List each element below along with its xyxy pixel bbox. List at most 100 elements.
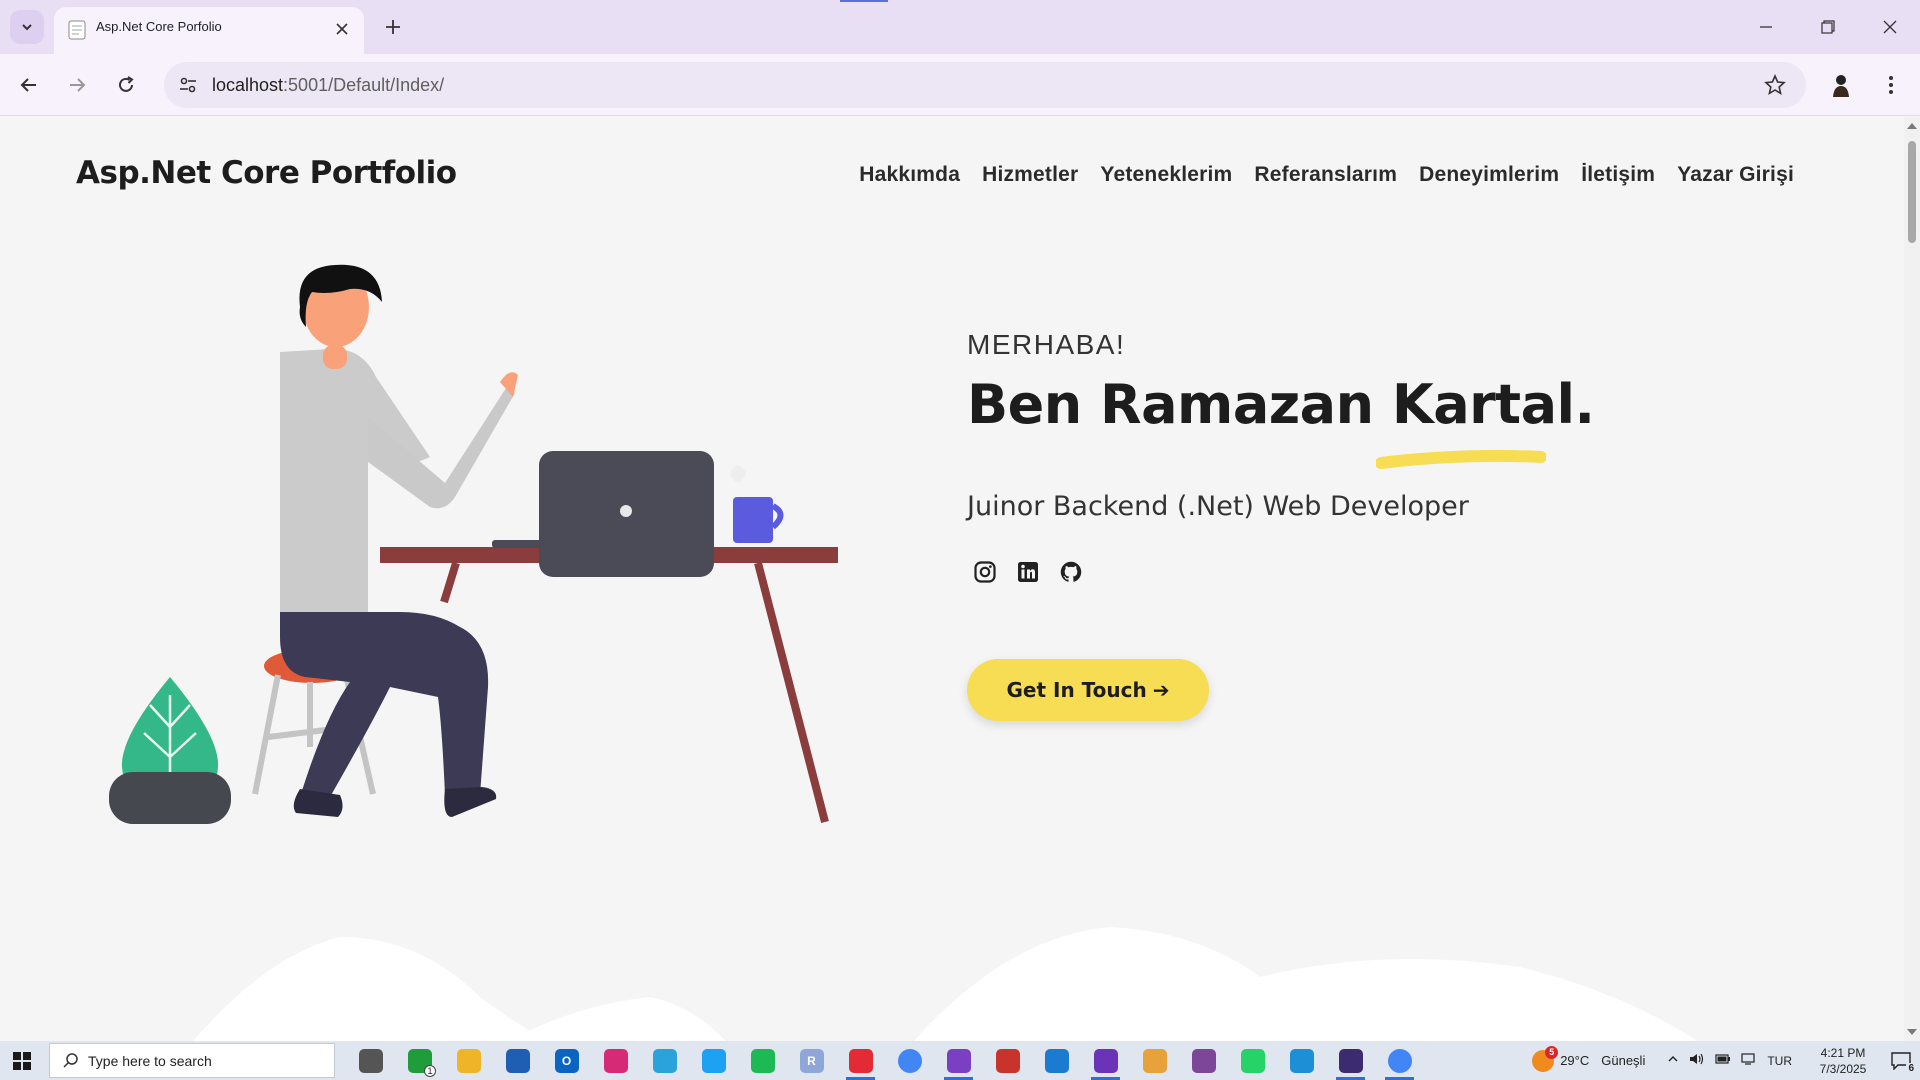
address-bar[interactable]: localhost:5001/Default/Index/ bbox=[164, 62, 1806, 108]
hero-headline: Ben Ramazan Kartal. bbox=[967, 373, 1595, 436]
taskbar-app-chrome-profile[interactable] bbox=[1375, 1041, 1424, 1080]
nav-link-iletisim[interactable]: İletişim bbox=[1581, 163, 1655, 187]
taskbar-pinned-apps: 1 O R bbox=[346, 1041, 1424, 1080]
page-scrollbar[interactable] bbox=[1904, 117, 1920, 1041]
social-links bbox=[972, 559, 1084, 585]
scroll-down-icon[interactable] bbox=[1907, 1029, 1917, 1035]
chrome-icon bbox=[897, 1048, 922, 1073]
vscode-icon bbox=[1044, 1048, 1069, 1073]
visual-studio-2-icon bbox=[1093, 1048, 1118, 1073]
chrome-profile-icon bbox=[1387, 1048, 1412, 1073]
battery-icon[interactable] bbox=[1715, 1053, 1731, 1068]
reload-icon bbox=[119, 76, 134, 92]
bookmark-star-icon[interactable] bbox=[1762, 72, 1788, 98]
spotify-icon bbox=[750, 1048, 775, 1073]
forward-button[interactable] bbox=[60, 68, 94, 102]
browser-tab-active[interactable]: Asp.Net Core Porfolio bbox=[54, 7, 364, 54]
nav-link-referanslarim[interactable]: Referanslarım bbox=[1254, 163, 1397, 187]
network-icon[interactable] bbox=[1741, 1053, 1757, 1068]
opera-icon bbox=[848, 1048, 873, 1073]
input-language[interactable]: TUR bbox=[1767, 1054, 1792, 1068]
tor-icon bbox=[1191, 1048, 1216, 1073]
taskbar-app-task-view[interactable] bbox=[346, 1041, 395, 1080]
taskbar-app-instagram-app[interactable] bbox=[591, 1041, 640, 1080]
restore-button[interactable] bbox=[1798, 0, 1858, 54]
notification-center-button[interactable]: 6 bbox=[1882, 1041, 1920, 1080]
arrow-right-icon bbox=[70, 78, 86, 92]
taskbar-app-whatsapp[interactable] bbox=[1228, 1041, 1277, 1080]
taskbar-search-box[interactable]: Type here to search bbox=[49, 1043, 335, 1078]
plus-icon bbox=[386, 20, 400, 34]
search-placeholder: Type here to search bbox=[88, 1053, 212, 1069]
taskbar-app-spotify[interactable] bbox=[738, 1041, 787, 1080]
hero-subtitle: Juinor Backend (.Net) Web Developer bbox=[967, 491, 1469, 522]
nav-link-hizmetler[interactable]: Hizmetler bbox=[982, 163, 1078, 187]
plant-illustration bbox=[109, 677, 231, 824]
visual-studio-icon bbox=[946, 1048, 971, 1073]
windows-logo-icon bbox=[13, 1051, 31, 1070]
taskbar-app-twitter[interactable] bbox=[689, 1041, 738, 1080]
close-tab-icon[interactable] bbox=[330, 17, 354, 41]
taskbar-app-vscode[interactable] bbox=[1032, 1041, 1081, 1080]
instagram-icon[interactable] bbox=[972, 559, 998, 585]
taskbar-app-paint[interactable] bbox=[1130, 1041, 1179, 1080]
taskbar-app-file-explorer[interactable] bbox=[444, 1041, 493, 1080]
arrow-left-icon bbox=[20, 78, 36, 92]
page-favicon-icon bbox=[68, 20, 86, 40]
search-icon bbox=[63, 1053, 78, 1068]
taskbar-app-r-app[interactable]: R bbox=[787, 1041, 836, 1080]
back-button[interactable] bbox=[12, 68, 46, 102]
system-tray: 5 29°C Güneşli TUR 4:21 PM 7/3/2025 6 bbox=[1532, 1041, 1920, 1080]
taskbar-app-visual-studio-2[interactable] bbox=[1081, 1041, 1130, 1080]
taskbar-app-xbox[interactable]: 1 bbox=[395, 1041, 444, 1080]
reload-button[interactable] bbox=[109, 68, 143, 102]
site-brand[interactable]: Asp.Net Core Portfolio bbox=[76, 155, 457, 191]
whatsapp-icon bbox=[1240, 1048, 1265, 1073]
taskbar-app-prime-video[interactable] bbox=[1277, 1041, 1326, 1080]
minimize-icon bbox=[1760, 26, 1772, 28]
app-red-icon bbox=[995, 1048, 1020, 1073]
github-icon[interactable] bbox=[1058, 559, 1084, 585]
terminal-icon bbox=[1338, 1048, 1363, 1073]
restore-icon bbox=[1821, 20, 1835, 34]
start-button[interactable] bbox=[0, 1041, 44, 1080]
close-window-button[interactable] bbox=[1860, 0, 1920, 54]
taskbar-app-chrome[interactable] bbox=[885, 1041, 934, 1080]
taskbar-app-telegram[interactable] bbox=[640, 1041, 689, 1080]
taskbar-app-tor[interactable] bbox=[1179, 1041, 1228, 1080]
profile-avatar-icon[interactable] bbox=[1826, 70, 1856, 100]
tab-search-button[interactable] bbox=[10, 10, 44, 44]
speaker-icon[interactable] bbox=[1689, 1052, 1705, 1069]
taskbar-app-terminal[interactable] bbox=[1326, 1041, 1375, 1080]
scrollbar-thumb[interactable] bbox=[1908, 141, 1916, 243]
get-in-touch-button[interactable]: Get In Touch ➔ bbox=[967, 659, 1209, 721]
tab-strip-accent bbox=[840, 0, 888, 2]
taskbar-app-app-red[interactable] bbox=[983, 1041, 1032, 1080]
scroll-up-icon[interactable] bbox=[1907, 123, 1917, 129]
tray-icons: TUR bbox=[1667, 1052, 1792, 1069]
more-vertical-icon bbox=[1889, 76, 1893, 94]
taskbar-clock[interactable]: 4:21 PM 7/3/2025 bbox=[1804, 1045, 1882, 1077]
taskbar-app-outlook[interactable]: O bbox=[542, 1041, 591, 1080]
decorative-wave-shapes bbox=[193, 927, 1698, 1041]
weather-temperature: 29°C bbox=[1560, 1053, 1590, 1068]
nav-link-yazar-girisi[interactable]: Yazar Girişi bbox=[1677, 163, 1794, 187]
linkedin-icon[interactable] bbox=[1015, 559, 1041, 585]
nav-link-hakkimda[interactable]: Hakkımda bbox=[859, 163, 960, 187]
new-tab-button[interactable] bbox=[378, 12, 408, 42]
hero-illustration bbox=[109, 264, 838, 824]
site-info-icon[interactable] bbox=[174, 71, 202, 99]
weather-condition: Güneşli bbox=[1601, 1053, 1646, 1068]
taskbar-app-opera[interactable] bbox=[836, 1041, 885, 1080]
minimize-button[interactable] bbox=[1736, 0, 1796, 54]
weather-badge: 5 bbox=[1545, 1045, 1559, 1059]
weather-widget[interactable]: 5 29°C Güneşli bbox=[1532, 1045, 1646, 1072]
arrow-right-icon: ➔ bbox=[1152, 678, 1170, 702]
nav-link-deneyimlerim[interactable]: Deneyimlerim bbox=[1419, 163, 1559, 187]
chevron-up-icon[interactable] bbox=[1667, 1053, 1679, 1068]
taskbar-app-microsoft-store[interactable] bbox=[493, 1041, 542, 1080]
nav-link-yeteneklerim[interactable]: Yeteneklerim bbox=[1100, 163, 1232, 187]
url-path: :5001/Default/Index/ bbox=[283, 75, 445, 95]
browser-menu-button[interactable] bbox=[1876, 70, 1906, 100]
taskbar-app-visual-studio[interactable] bbox=[934, 1041, 983, 1080]
